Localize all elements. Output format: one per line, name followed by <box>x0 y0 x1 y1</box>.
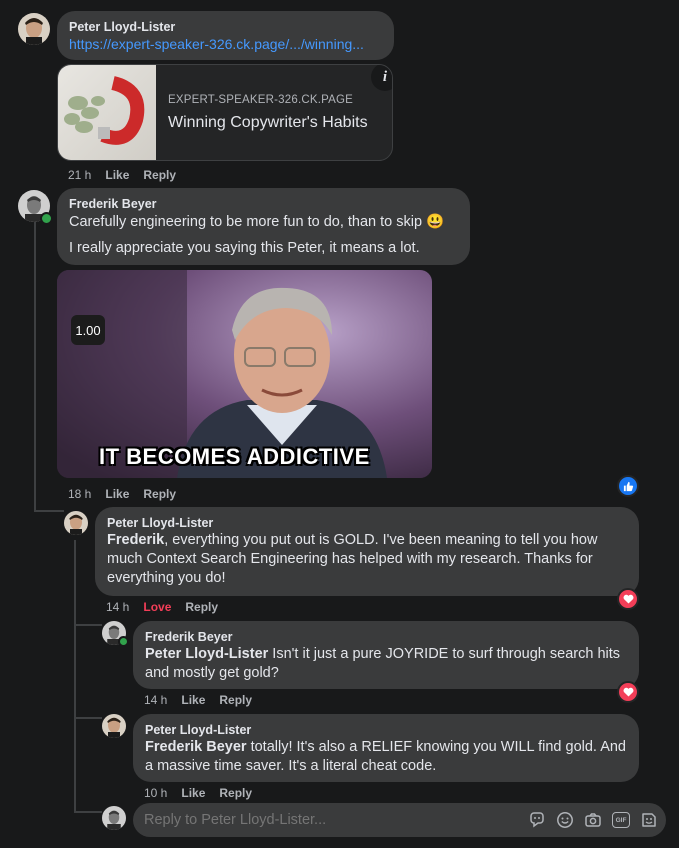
link-preview-card[interactable]: EXPERT-SPEAKER-326.CK.PAGE Winning Copyw… <box>57 64 393 161</box>
gif-icon[interactable]: GIF <box>612 812 630 828</box>
comment-time[interactable]: 21 h <box>68 168 91 182</box>
comment-bubble-3: Peter Lloyd-Lister Frederik, everything … <box>95 507 639 596</box>
online-status-icon <box>118 636 129 647</box>
link-preview-title: Winning Copywriter's Habits <box>168 114 368 131</box>
comment-text-line-1: Frederik Beyer totally! It's also a RELI… <box>145 738 627 757</box>
comment-author[interactable]: Peter Lloyd-Lister <box>107 515 627 531</box>
comment-text-line-2: a massive time saver. It's a literal che… <box>145 758 437 774</box>
mention-link[interactable]: Frederik Beyer <box>145 739 247 755</box>
reply-tools: GIF <box>528 811 658 829</box>
gif-play-badge[interactable]: 1.00 <box>71 315 105 345</box>
thread-line-branch-1 <box>34 510 64 512</box>
mention-link[interactable]: Peter Lloyd-Lister <box>145 646 268 662</box>
link-preview-domain: EXPERT-SPEAKER-326.CK.PAGE <box>168 94 354 106</box>
heart-reaction-icon[interactable] <box>617 681 639 703</box>
comment-bubble-4: Frederik Beyer Peter Lloyd-Lister Isn't … <box>133 621 639 689</box>
comment-meta-3: 14 h Love Reply <box>106 600 218 614</box>
comment-meta-4: 14 h Like Reply <box>144 693 252 707</box>
like-reaction-icon[interactable] <box>617 475 639 497</box>
info-icon[interactable]: i <box>371 65 392 91</box>
reply-button[interactable]: Reply <box>219 693 252 707</box>
avatar-peter[interactable] <box>102 714 126 738</box>
comment-meta-1: 21 h Like Reply <box>68 168 176 182</box>
comment-bubble-2: Frederik Beyer Carefully engineering to … <box>57 188 470 265</box>
gif-icon-label: GIF <box>615 816 627 824</box>
gif-attachment[interactable]: 1.00 IT BECOMES ADDICTIVE <box>57 270 432 478</box>
gif-caption: IT BECOMES ADDICTIVE <box>99 444 370 469</box>
reply-button[interactable]: Reply <box>143 168 176 182</box>
comment-bubble-1: Peter Lloyd-Lister https://expert-speake… <box>57 11 394 60</box>
online-status-icon <box>40 212 53 225</box>
like-button[interactable]: Like <box>181 786 205 800</box>
thread-line-reply-main <box>74 540 76 812</box>
comment-text-line-2: I really appreciate you saying this Pete… <box>69 240 420 256</box>
comment-author[interactable]: Peter Lloyd-Lister <box>69 19 382 35</box>
thread-line-branch-3 <box>74 717 102 719</box>
thread-line-branch-4 <box>74 811 102 813</box>
comment-text: Isn't it just a pure JOYRIDE to surf thr… <box>268 646 621 662</box>
comment-text: , everything you put out is GOLD. I've b… <box>164 532 598 548</box>
comment-text-line-1: Carefully engineering to be more fun to … <box>69 214 445 230</box>
reply-button[interactable]: Reply <box>143 487 176 501</box>
love-button[interactable]: Love <box>143 600 171 614</box>
reply-button[interactable]: Reply <box>219 786 252 800</box>
avatar-sticker-icon[interactable] <box>640 811 658 829</box>
avatar-peter[interactable] <box>18 13 50 45</box>
comment-text-line-1: Frederik, everything you put out is GOLD… <box>107 531 627 550</box>
comment-text-line-3: everything you do! <box>107 570 226 586</box>
like-button[interactable]: Like <box>105 487 129 501</box>
comment-text-line-1: Peter Lloyd-Lister Isn't it just a pure … <box>145 645 627 664</box>
comment-time[interactable]: 14 h <box>144 693 167 707</box>
like-button[interactable]: Like <box>105 168 129 182</box>
comment-text-line-2: much Context Search Engineering has help… <box>107 551 593 567</box>
reply-box[interactable]: GIF <box>133 803 666 837</box>
avatar-current-user[interactable] <box>102 806 126 830</box>
comment-meta-5: 10 h Like Reply <box>144 786 252 800</box>
comment-link[interactable]: https://expert-speaker-326.ck.page/.../w… <box>69 35 382 53</box>
sticker-icon[interactable] <box>528 811 546 829</box>
like-button[interactable]: Like <box>181 693 205 707</box>
comment-text-line-2: and mostly get gold? <box>145 665 279 681</box>
link-preview-image <box>58 65 156 160</box>
comment-author[interactable]: Frederik Beyer <box>69 196 458 212</box>
comment-meta-2: 18 h Like Reply <box>68 487 176 501</box>
info-icon-glyph: i <box>382 68 388 85</box>
comment-time[interactable]: 14 h <box>106 600 129 614</box>
mention-link[interactable]: Frederik <box>107 532 164 548</box>
avatar-peter[interactable] <box>64 511 88 535</box>
comment-text: totally! It's also a RELIEF knowing you … <box>246 739 626 755</box>
reply-input[interactable] <box>133 803 513 837</box>
comment-bubble-5: Peter Lloyd-Lister Frederik Beyer totall… <box>133 714 639 782</box>
comment-time[interactable]: 10 h <box>144 786 167 800</box>
comment-author[interactable]: Peter Lloyd-Lister <box>145 722 627 738</box>
comment-author[interactable]: Frederik Beyer <box>145 629 627 645</box>
reply-button[interactable]: Reply <box>185 600 218 614</box>
thread-line-main <box>34 222 36 512</box>
emoji-icon[interactable] <box>556 811 574 829</box>
heart-reaction-icon[interactable] <box>617 588 639 610</box>
comment-time[interactable]: 18 h <box>68 487 91 501</box>
camera-icon[interactable] <box>584 811 602 829</box>
thread-line-branch-2 <box>74 624 102 626</box>
